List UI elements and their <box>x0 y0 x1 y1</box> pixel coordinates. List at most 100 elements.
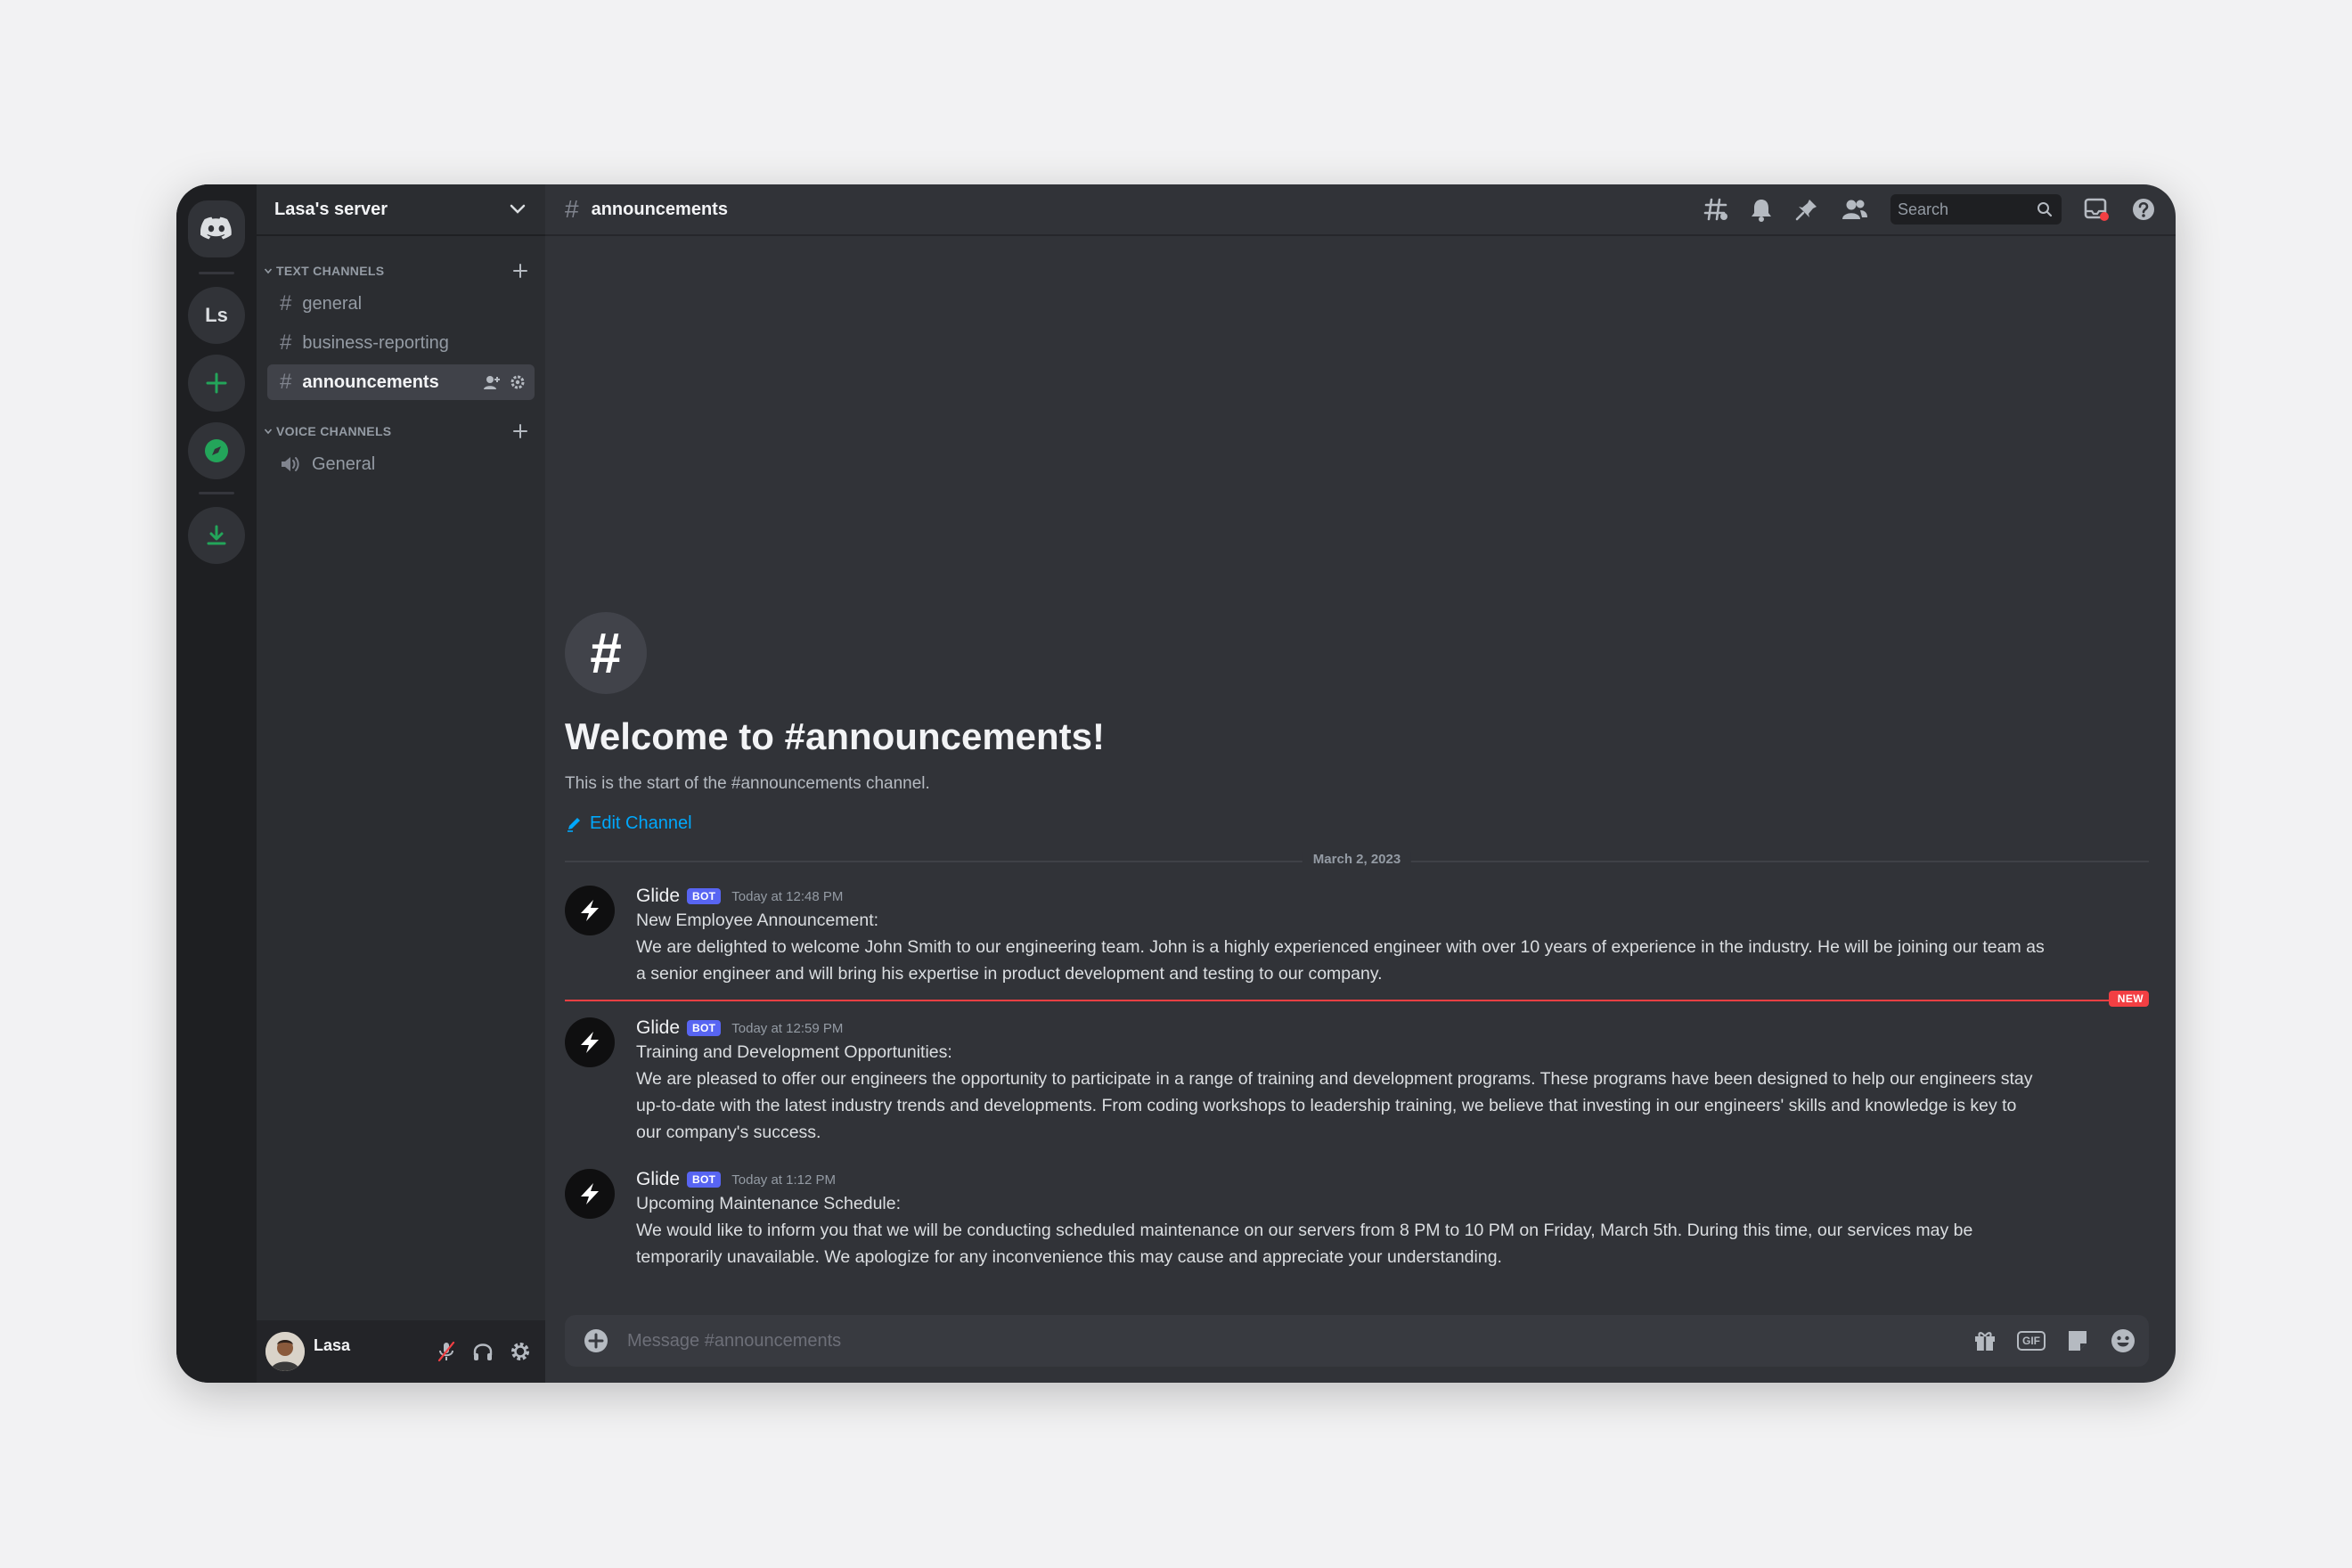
message-text: We would like to inform you that we will… <box>636 1221 1973 1240</box>
new-badge: NEW <box>2108 991 2149 1007</box>
edit-channel-label: Edit Channel <box>590 813 692 833</box>
message-text: Upcoming Maintenance Schedule: <box>636 1194 902 1213</box>
download-icon <box>207 525 226 545</box>
hashtag-icon: # <box>280 370 292 394</box>
category-label: TEXT CHANNELS <box>276 264 385 278</box>
message-timestamp: Today at 12:59 PM <box>731 1020 844 1036</box>
message-item[interactable]: Glide BOT Today at 12:59 PM Training and… <box>565 1017 2149 1146</box>
plus-circle-icon[interactable] <box>583 1327 609 1354</box>
new-messages-divider: NEW <box>565 991 2149 1007</box>
server-icon-lasa[interactable]: Ls <box>188 287 245 344</box>
gift-icon[interactable] <box>1972 1328 1997 1353</box>
hashtag-icon: # <box>280 291 292 315</box>
server-name: Lasa's server <box>274 199 388 219</box>
channel-label: general <box>302 293 363 314</box>
message-input[interactable] <box>627 1330 1972 1352</box>
date-divider-label: March 2, 2023 <box>1302 852 1412 867</box>
voice-channel-item-general[interactable]: General <box>267 446 535 482</box>
discord-logo-icon <box>200 216 232 240</box>
bell-icon[interactable] <box>1750 197 1773 222</box>
category-voice-channels[interactable]: VOICE CHANNELS <box>257 418 545 445</box>
hashtag-icon: # <box>280 331 292 355</box>
search-icon <box>2038 202 2053 217</box>
message-text: New Employee Announcement: <box>636 911 879 930</box>
add-server-icon <box>206 372 227 394</box>
edit-channel-link[interactable]: Edit Channel <box>565 813 2149 834</box>
channel-label: business-reporting <box>302 332 449 353</box>
message-text: We are delighted to welcome John Smith t… <box>636 937 2045 957</box>
message-text: temporarily unavailable. We apologize fo… <box>636 1247 1502 1267</box>
channel-title: announcements <box>591 199 728 219</box>
welcome-hashtag-icon: # <box>565 612 647 694</box>
avatar[interactable] <box>565 1017 615 1067</box>
add-channel-icon[interactable] <box>511 422 529 440</box>
avatar[interactable] <box>565 886 615 935</box>
message-timestamp: Today at 12:48 PM <box>731 888 844 904</box>
message-author[interactable]: Glide <box>636 886 680 907</box>
server-initials: Ls <box>205 304 228 326</box>
channel-settings-gear-icon[interactable] <box>510 374 526 390</box>
headphones-icon[interactable] <box>472 1341 494 1362</box>
user-name: Lasa <box>314 1335 351 1354</box>
search-input[interactable]: Search <box>1891 194 2062 225</box>
channel-item-business-reporting[interactable]: # business-reporting <box>267 325 535 361</box>
threads-icon[interactable] <box>1703 197 1728 222</box>
channel-label: General <box>312 453 376 474</box>
category-text-channels[interactable]: TEXT CHANNELS <box>257 257 545 284</box>
search-placeholder: Search <box>1898 200 1949 218</box>
server-rail: Ls <box>176 184 257 1383</box>
message-item[interactable]: Glide BOT Today at 12:48 PM New Employee… <box>565 886 2149 987</box>
message-text: our company's success. <box>636 1123 821 1142</box>
server-header[interactable]: Lasa's server <box>257 184 545 236</box>
explore-compass-icon <box>205 439 228 462</box>
message-author[interactable]: Glide <box>636 1017 680 1039</box>
add-channel-icon[interactable] <box>511 262 529 280</box>
message-composer: GIF <box>565 1315 2149 1367</box>
add-server-button[interactable] <box>188 355 245 412</box>
avatar[interactable] <box>265 1332 305 1371</box>
glide-bolt-icon <box>581 1032 599 1053</box>
welcome-title: Welcome to #announcements! <box>565 715 1106 757</box>
glide-bolt-icon <box>581 900 599 921</box>
message-text: up-to-date with the latest industry tren… <box>636 1096 2017 1115</box>
message-item[interactable]: Glide BOT Today at 1:12 PM Upcoming Main… <box>565 1169 2149 1270</box>
hashtag-icon: # <box>565 195 579 223</box>
invite-people-icon[interactable] <box>483 374 501 390</box>
download-apps-button[interactable] <box>188 507 245 564</box>
chevron-down-icon <box>510 204 526 214</box>
explore-servers-button[interactable] <box>188 422 245 479</box>
welcome-subtitle: This is the start of the #announcements … <box>565 774 930 793</box>
mic-muted-icon[interactable] <box>437 1341 456 1362</box>
help-icon[interactable] <box>2131 197 2156 222</box>
message-text: Training and Development Opportunities: <box>636 1042 952 1062</box>
members-icon[interactable] <box>1841 198 1869 221</box>
inbox-icon[interactable] <box>2083 197 2110 222</box>
message-author[interactable]: Glide <box>636 1169 680 1190</box>
user-avatar-icon <box>265 1332 305 1371</box>
message-text: a senior engineer and will bring his exp… <box>636 964 1383 984</box>
pin-icon[interactable] <box>1794 197 1819 222</box>
gif-button[interactable]: GIF <box>2017 1331 2046 1351</box>
sticker-icon[interactable] <box>2065 1328 2090 1353</box>
collapse-chevron-icon <box>264 429 273 435</box>
emoji-icon[interactable] <box>2110 1327 2136 1354</box>
collapse-chevron-icon <box>264 268 273 274</box>
bot-badge: BOT <box>687 1020 722 1036</box>
pencil-icon <box>568 817 580 832</box>
category-label: VOICE CHANNELS <box>276 424 392 438</box>
glide-bolt-icon <box>581 1183 599 1205</box>
channel-label: announcements <box>302 372 439 392</box>
main-chat-area: # announcements Search # Welcome to #ann… <box>545 184 2176 1383</box>
avatar[interactable] <box>565 1169 615 1219</box>
channel-header: # announcements Search <box>545 184 2176 236</box>
channel-item-announcements[interactable]: # announcements <box>267 364 535 400</box>
date-divider: March 2, 2023 <box>565 852 2149 867</box>
message-text: We are pleased to offer our engineers th… <box>636 1069 2033 1089</box>
speaker-icon <box>282 457 299 471</box>
rail-separator <box>199 272 234 274</box>
settings-gear-icon[interactable] <box>510 1341 531 1362</box>
channel-item-general[interactable]: # general <box>267 286 535 322</box>
home-button[interactable] <box>188 200 245 257</box>
bot-badge: BOT <box>687 1172 722 1188</box>
message-list: # Welcome to #announcements! This is the… <box>565 612 2149 1270</box>
